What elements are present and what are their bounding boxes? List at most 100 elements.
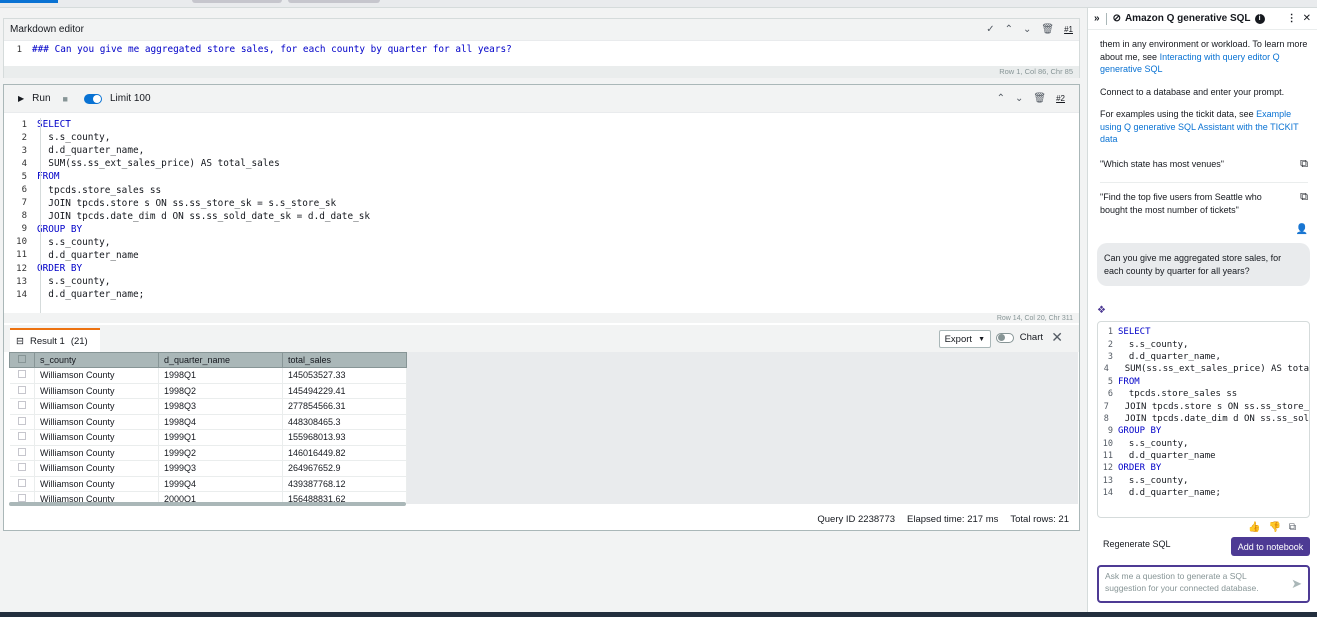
table-cell[interactable]: 277854566.31 [282, 398, 407, 415]
table-cell[interactable]: 145053527.33 [282, 367, 407, 384]
table-cell[interactable]: Williamson County [34, 398, 159, 415]
markdown-cell[interactable]: Markdown editor ✓ ⌃ ⌄ 🗑 #1 1 ### Can you… [3, 18, 1080, 78]
table-row[interactable]: Williamson County 1999Q2 146016449.82 [9, 445, 407, 461]
table-cell[interactable]: 448308465.3 [282, 414, 407, 430]
table-cell[interactable]: Williamson County [34, 460, 159, 477]
active-tab-indicator[interactable] [0, 0, 58, 3]
thumbs-up-icon[interactable]: 👍 [1248, 522, 1260, 533]
table-row[interactable]: Williamson County 1999Q4 439387768.12 [9, 476, 407, 492]
code-line[interactable]: 3 d.d_quarter_name, [9, 144, 1074, 157]
code-line[interactable]: 14 d.d_quarter_name; [9, 288, 1074, 301]
row-checkbox[interactable] [9, 383, 35, 399]
limit-toggle[interactable] [83, 93, 102, 104]
chart-switch[interactable] [995, 332, 1014, 343]
table-cell[interactable]: Williamson County [34, 476, 159, 492]
regenerate-sql-button[interactable]: Regenerate SQL [1103, 539, 1171, 549]
close-icon[interactable]: ✕ [1303, 13, 1311, 24]
table-cell[interactable]: 439387768.12 [282, 476, 407, 492]
row-checkbox[interactable] [9, 429, 35, 446]
row-checkbox[interactable] [9, 445, 35, 461]
row-checkbox[interactable] [9, 367, 35, 384]
table-cell[interactable]: 1999Q4 [158, 476, 283, 492]
row-checkbox[interactable] [9, 476, 35, 492]
chevron-down-icon[interactable]: ⌄ [1023, 24, 1031, 35]
chevron-up-icon[interactable]: ⌃ [997, 93, 1005, 104]
table-cell[interactable]: 1998Q3 [158, 398, 283, 415]
table-cell[interactable]: 145494229.41 [282, 383, 407, 399]
table-row[interactable]: Williamson County 1999Q3 264967652.9 [9, 460, 407, 477]
column-header[interactable]: s_county [34, 352, 159, 368]
more-icon[interactable]: ⋮ [1287, 13, 1297, 24]
table-cell[interactable]: 1999Q2 [158, 445, 283, 461]
table-cell[interactable]: 1999Q1 [158, 429, 283, 446]
table-cell[interactable]: 264967652.9 [282, 460, 407, 477]
select-all-checkbox[interactable] [9, 352, 35, 368]
copy-icon[interactable]: ⧉ [1289, 522, 1296, 533]
table-cell[interactable]: Williamson County [34, 383, 159, 399]
table-cell[interactable]: 1998Q1 [158, 367, 283, 384]
send-icon[interactable]: ➤ [1291, 577, 1302, 589]
result-tab[interactable]: ⊟ Result 1 (21) [10, 328, 100, 352]
row-checkbox[interactable] [9, 398, 35, 415]
prompt-input[interactable]: Ask me a question to generate a SQL sugg… [1097, 565, 1310, 603]
markdown-line[interactable]: 1 ### Can you give me aggregated store s… [4, 43, 1079, 56]
table-cell[interactable]: 146016449.82 [282, 445, 407, 461]
copy-icon[interactable]: ⧉ [1300, 191, 1308, 204]
chevron-down-icon[interactable]: ⌄ [1015, 93, 1023, 104]
cell-number[interactable]: #1 [1064, 25, 1073, 34]
code-line[interactable]: 9 GROUP BY [9, 223, 1074, 236]
code-line[interactable]: 8 JOIN tpcds.date_dim d ON ss.ss_sold_da… [9, 210, 1074, 223]
code-line[interactable]: 11 d.d_quarter_name [9, 249, 1074, 262]
info-icon[interactable]: i [1254, 13, 1265, 24]
row-checkbox[interactable] [9, 414, 35, 430]
code-line[interactable]: 13 s.s_county, [9, 275, 1074, 288]
code-line[interactable]: 5 FROM [9, 170, 1074, 183]
row-checkbox[interactable] [9, 460, 35, 477]
add-to-notebook-button[interactable]: Add to notebook [1231, 537, 1310, 556]
table-cell[interactable]: 1999Q3 [158, 460, 283, 477]
table-cell[interactable]: 155968013.93 [282, 429, 407, 446]
table-row[interactable]: Williamson County 1999Q1 155968013.93 [9, 429, 407, 446]
table-cell[interactable]: 1998Q4 [158, 414, 283, 430]
run-button[interactable]: Run [32, 93, 50, 104]
table-cell[interactable]: Williamson County [34, 429, 159, 446]
sql-cell[interactable]: ▶ Run ■ Limit 100 ⌃ ⌄ 🗑 #2 1 SELECT 2 s.s_… [3, 84, 1080, 531]
code-line[interactable]: 2 s.s_county, [9, 131, 1074, 144]
markdown-text[interactable]: ### Can you give me aggregated store sal… [32, 44, 512, 55]
code-line[interactable]: 12 ORDER BY [9, 262, 1074, 275]
stop-icon[interactable]: ■ [63, 94, 68, 104]
suggestion-item[interactable]: "Which state has most venues" ⧉ [1100, 158, 1308, 171]
table-row[interactable]: Williamson County 1998Q4 448308465.3 [9, 414, 407, 430]
column-header[interactable]: d_quarter_name [158, 352, 283, 368]
table-row[interactable]: Williamson County 1998Q1 145053527.33 [9, 367, 407, 384]
play-icon[interactable]: ▶ [18, 94, 24, 103]
code-line[interactable]: 10 s.s_county, [9, 236, 1074, 249]
code-line[interactable]: 1 SELECT [9, 118, 1074, 131]
code-line[interactable]: 6 tpcds.store_sales ss [9, 183, 1074, 196]
trash-icon[interactable]: 🗑 [1041, 24, 1054, 35]
thumbs-down-icon[interactable]: 👎 [1268, 522, 1280, 533]
chevron-up-icon[interactable]: ⌃ [1005, 24, 1013, 35]
collapse-icon[interactable]: » [1094, 13, 1100, 24]
suggestion-item[interactable]: "Find the top five users from Seattle wh… [1100, 191, 1308, 216]
cell-number[interactable]: #2 [1056, 94, 1065, 103]
column-header[interactable]: total_sales [282, 352, 407, 368]
trash-icon[interactable]: 🗑 [1033, 93, 1046, 104]
sql-editor[interactable]: 1 SELECT 2 s.s_county, 3 d.d_quarter_name, 4… [4, 118, 1074, 318]
chart-toggle[interactable]: Chart [995, 332, 1043, 343]
horizontal-scrollbar[interactable] [9, 502, 406, 506]
generated-sql[interactable]: 1 SELECT 2 s.s_county, 3 d.d_quarter_name, 4… [1097, 321, 1310, 518]
table-cell[interactable]: Williamson County [34, 414, 159, 430]
table-row[interactable]: Williamson County 1998Q3 277854566.31 [9, 398, 407, 415]
code-line[interactable]: 4 SUM(ss.ss_ext_sales_price) AS total_sa… [9, 157, 1074, 170]
close-icon[interactable]: ✕ [1051, 329, 1063, 346]
table-cell[interactable]: Williamson County [34, 445, 159, 461]
code-line[interactable]: 7 JOIN tpcds.store s ON ss.ss_store_sk =… [9, 197, 1074, 210]
copy-icon[interactable]: ⧉ [1300, 158, 1308, 171]
table-cell[interactable]: 1998Q2 [158, 383, 283, 399]
table-cell[interactable]: Williamson County [34, 367, 159, 384]
tab-indicator[interactable] [192, 0, 282, 3]
tab-indicator[interactable] [288, 0, 380, 3]
table-row[interactable]: Williamson County 1998Q2 145494229.41 [9, 383, 407, 399]
result-grid[interactable]: s_county d_quarter_name total_sales Will… [9, 352, 1078, 504]
